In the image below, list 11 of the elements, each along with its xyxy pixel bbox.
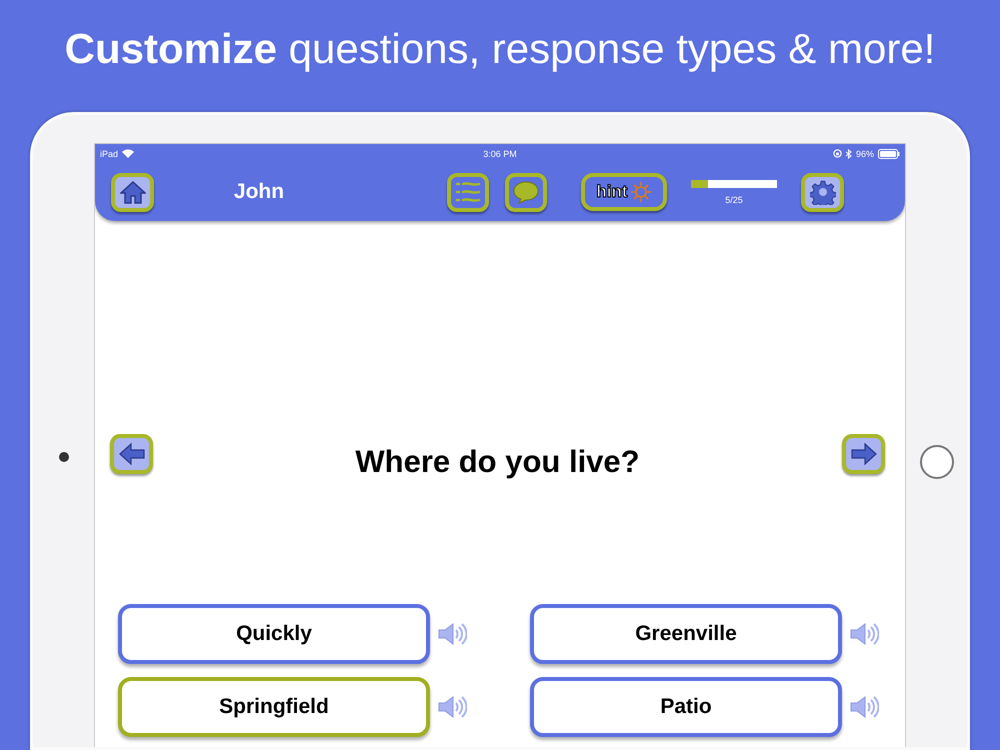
answer-button[interactable]: Patio xyxy=(530,677,842,737)
clock-time: 3:06 PM xyxy=(483,148,517,158)
progress-count: 5/25 xyxy=(725,194,743,204)
carrier-label: iPad xyxy=(100,148,118,158)
answer-button[interactable]: Springfield xyxy=(118,677,430,737)
student-name: John xyxy=(232,180,286,204)
battery-percent: 96% xyxy=(856,148,874,158)
question-text: Where do you live? xyxy=(354,444,641,480)
headline: Customize questions, response types & more! xyxy=(64,25,936,73)
answer-button[interactable]: Greenville xyxy=(530,604,842,664)
answer-button[interactable]: Quickly xyxy=(118,604,430,664)
